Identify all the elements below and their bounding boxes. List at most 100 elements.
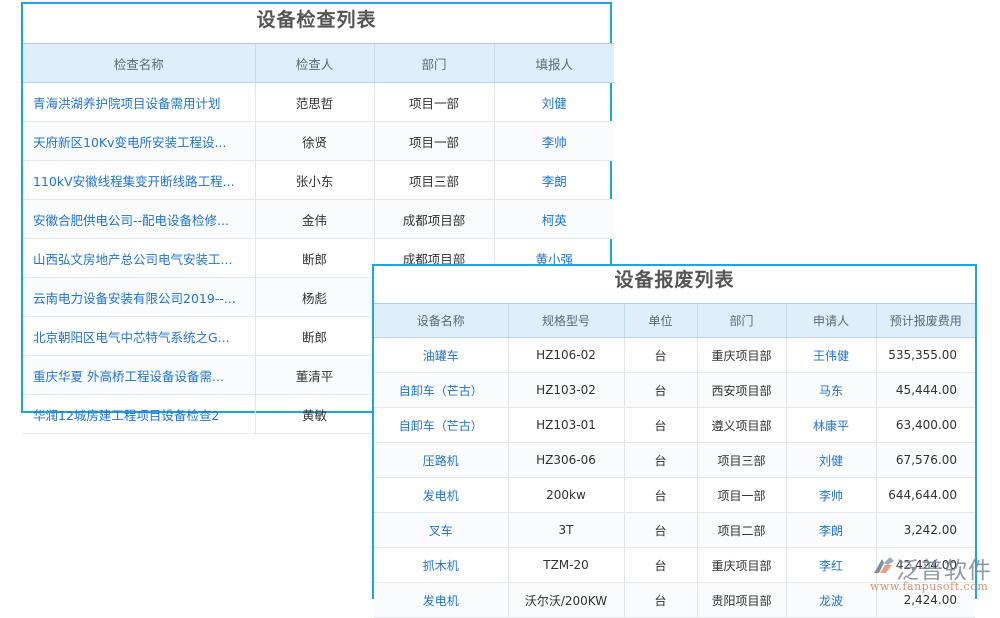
reporter-link[interactable]: 李朗 [493, 160, 614, 200]
unit-cell: 台 [623, 337, 697, 373]
column-header-inspector[interactable]: 检查人 [254, 43, 374, 83]
department-cell: 遵义项目部 [696, 407, 786, 443]
inspection-row[interactable]: 安徽合肥供电公司--配电设备检修... 金伟 成都项目部 柯英 [23, 199, 614, 239]
reporter-link[interactable]: 刘健 [493, 82, 614, 122]
equipment-name-link[interactable]: 自卸车（芒古） [374, 372, 508, 408]
equipment-name-link[interactable]: 发电机 [374, 582, 508, 618]
column-header-applicant[interactable]: 申请人 [785, 303, 876, 338]
inspection-name-link[interactable]: 云南电力设备安装有限公司2019--... [23, 277, 255, 317]
column-header-estimated-cost[interactable]: 预计报废费用 [875, 303, 975, 338]
inspector-cell: 断郎 [254, 238, 374, 278]
inspection-name-link[interactable]: 安徽合肥供电公司--配电设备检修... [23, 199, 255, 239]
equipment-name-link[interactable]: 油罐车 [374, 337, 508, 373]
scrap-table-header: 设备名称 规格型号 单位 部门 申请人 预计报废费用 [374, 303, 975, 338]
model-cell: HZ103-01 [507, 407, 624, 443]
applicant-link[interactable]: 李帅 [785, 477, 876, 513]
inspection-name-link[interactable]: 重庆华夏 外高桥工程设备设备需... [23, 355, 255, 395]
estimated-cost-cell: 63,400.00 [875, 407, 975, 443]
department-cell: 项目一部 [696, 477, 786, 513]
scrap-row[interactable]: 自卸车（芒古） HZ103-02 台西安项目部 马东 45,444.00 [374, 372, 975, 408]
inspection-name-link[interactable]: 青海洪湖养护院项目设备需用计划 [23, 82, 255, 122]
inspection-name-link[interactable]: 华润12城房建工程项目设备检查2 [23, 394, 255, 434]
unit-cell: 台 [623, 372, 697, 408]
scrap-row[interactable]: 叉车 3T 台项目二部 李朗 3,242.00 [374, 512, 975, 548]
scrap-row[interactable]: 油罐车 HZ106-02 台重庆项目部 王伟健 535,355.00 [374, 337, 975, 373]
scrap-row[interactable]: 发电机 200kw 台项目一部 李帅 644,644.00 [374, 477, 975, 513]
estimated-cost-cell: 3,242.00 [875, 512, 975, 548]
inspection-name-link[interactable]: 山西弘文房地产总公司电气安装工... [23, 238, 255, 278]
inspection-table-header: 检查名称 检查人 部门 填报人 [23, 43, 614, 83]
scrap-row[interactable]: 自卸车（芒古） HZ103-01 台遵义项目部 林康平 63,400.00 [374, 407, 975, 443]
scrap-row[interactable]: 抓木机 TZM-20 台重庆项目部 李红 42,424.00 [374, 547, 975, 583]
column-header-inspection-name[interactable]: 检查名称 [23, 43, 255, 83]
applicant-link[interactable]: 刘健 [785, 442, 876, 478]
model-cell: HZ103-02 [507, 372, 624, 408]
model-cell: HZ306-06 [507, 442, 624, 478]
applicant-link[interactable]: 马东 [785, 372, 876, 408]
unit-cell: 台 [623, 407, 697, 443]
model-cell: 200kw [507, 477, 624, 513]
inspector-cell: 金伟 [254, 199, 374, 239]
inspection-list-title: 设备检查列表 [256, 9, 377, 31]
inspection-row[interactable]: 天府新区10Kv变电所安装工程设... 徐贤 项目一部 李帅 [23, 121, 614, 161]
equipment-name-link[interactable]: 抓木机 [374, 547, 508, 583]
inspector-cell: 董清平 [254, 355, 374, 395]
inspection-name-link[interactable]: 天府新区10Kv变电所安装工程设... [23, 121, 255, 161]
column-header-unit[interactable]: 单位 [623, 303, 697, 338]
inspection-name-link[interactable]: 北京朝阳区电气中芯特气系统之G... [23, 316, 255, 356]
column-header-model[interactable]: 规格型号 [507, 303, 624, 338]
department-cell: 重庆项目部 [696, 547, 786, 583]
model-cell: TZM-20 [507, 547, 624, 583]
estimated-cost-cell: 67,576.00 [875, 442, 975, 478]
unit-cell: 台 [623, 547, 697, 583]
applicant-link[interactable]: 李朗 [785, 512, 876, 548]
inspection-row[interactable]: 青海洪湖养护院项目设备需用计划 范思哲 项目一部 刘健 [23, 82, 614, 122]
department-cell: 项目二部 [696, 512, 786, 548]
inspector-cell: 张小东 [254, 160, 374, 200]
reporter-link[interactable]: 柯英 [493, 199, 614, 239]
unit-cell: 台 [623, 512, 697, 548]
inspector-cell: 徐贤 [254, 121, 374, 161]
department-cell: 贵阳项目部 [696, 582, 786, 618]
applicant-link[interactable]: 李红 [785, 547, 876, 583]
column-header-reporter[interactable]: 填报人 [493, 43, 614, 83]
column-header-equipment-name[interactable]: 设备名称 [374, 303, 508, 338]
estimated-cost-cell: 535,355.00 [875, 337, 975, 373]
column-header-department[interactable]: 部门 [696, 303, 786, 338]
equipment-name-link[interactable]: 发电机 [374, 477, 508, 513]
estimated-cost-cell: 42,424.00 [875, 547, 975, 583]
department-cell: 项目一部 [373, 121, 494, 161]
inspection-row[interactable]: 110kV安徽线程集变开断线路工程... 张小东 项目三部 李朗 [23, 160, 614, 200]
department-cell: 重庆项目部 [696, 337, 786, 373]
model-cell: HZ106-02 [507, 337, 624, 373]
scrap-table: 设备名称 规格型号 单位 部门 申请人 预计报废费用 油罐车 HZ106-02 台重… [374, 303, 975, 618]
inspector-cell: 黄敏 [254, 394, 374, 434]
reporter-link[interactable]: 李帅 [493, 121, 614, 161]
unit-cell: 台 [623, 477, 697, 513]
estimated-cost-cell: 45,444.00 [875, 372, 975, 408]
estimated-cost-cell: 2,424.00 [875, 582, 975, 618]
unit-cell: 台 [623, 582, 697, 618]
department-cell: 项目三部 [696, 442, 786, 478]
applicant-link[interactable]: 王伟健 [785, 337, 876, 373]
equipment-name-link[interactable]: 压路机 [374, 442, 508, 478]
equipment-name-link[interactable]: 叉车 [374, 512, 508, 548]
department-cell: 成都项目部 [373, 199, 494, 239]
inspector-cell: 杨彪 [254, 277, 374, 317]
scrap-row[interactable]: 发电机 沃尔沃/200KW 台贵阳项目部 龙波 2,424.00 [374, 582, 975, 618]
inspection-name-link[interactable]: 110kV安徽线程集变开断线路工程... [23, 160, 255, 200]
inspector-cell: 断郎 [254, 316, 374, 356]
scrap-list-panel: 设备报废列表 设备名称 规格型号 单位 部门 申请人 预计报废费用 油罐车 HZ1… [372, 264, 977, 618]
applicant-link[interactable]: 林康平 [785, 407, 876, 443]
column-header-department[interactable]: 部门 [373, 43, 494, 83]
scrap-row[interactable]: 压路机 HZ306-06 台项目三部 刘健 67,576.00 [374, 442, 975, 478]
unit-cell: 台 [623, 442, 697, 478]
department-cell: 项目一部 [373, 82, 494, 122]
department-cell: 西安项目部 [696, 372, 786, 408]
inspector-cell: 范思哲 [254, 82, 374, 122]
equipment-name-link[interactable]: 自卸车（芒古） [374, 407, 508, 443]
applicant-link[interactable]: 龙波 [785, 582, 876, 618]
scrap-list-title: 设备报废列表 [614, 269, 735, 291]
department-cell: 项目三部 [373, 160, 494, 200]
estimated-cost-cell: 644,644.00 [875, 477, 975, 513]
